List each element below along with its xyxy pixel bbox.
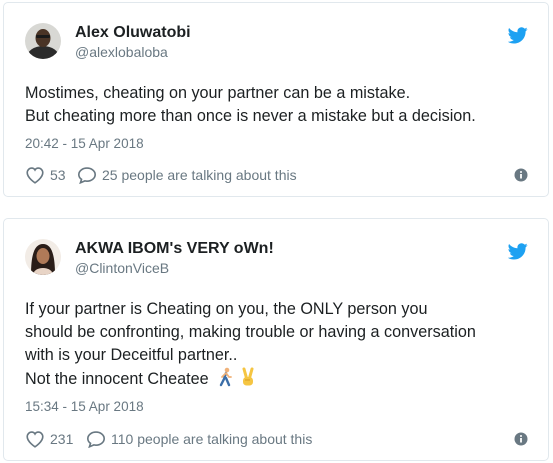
comment-icon xyxy=(86,431,106,448)
tweet-text-line: But cheating more than once is never a m… xyxy=(25,107,476,125)
tweet-actions: 53 25 people are talking about this xyxy=(25,165,528,185)
twitter-bird-icon[interactable] xyxy=(508,243,528,260)
comment-button[interactable]: 110 people are talking about this xyxy=(86,429,312,449)
tweet-text-segment: Not the innocent Cheatee xyxy=(25,370,209,388)
display-name[interactable]: Alex Oluwatobi xyxy=(75,23,191,43)
comment-button[interactable]: 25 people are talking about this xyxy=(77,165,297,185)
user-handle[interactable]: @ClintonViceB xyxy=(75,259,274,277)
tweet-text-line: should be confronting, making trouble or… xyxy=(25,323,476,341)
user-handle[interactable]: @alexlobaloba xyxy=(75,43,191,61)
timestamp[interactable]: 20:42 - 15 Apr 2018 xyxy=(25,136,144,151)
heart-icon xyxy=(26,167,44,184)
tweet-text-line: Not the innocent Cheatee xyxy=(25,367,536,391)
heart-icon xyxy=(26,431,44,448)
like-button[interactable]: 231 xyxy=(25,429,73,449)
author-info[interactable]: AKWA IBOM's VERY oWn! @ClintonViceB xyxy=(75,239,274,277)
victory-hand-emoji xyxy=(242,367,254,386)
like-button[interactable]: 53 xyxy=(25,165,66,185)
tweet-text: If your partner is Cheating on you, the … xyxy=(25,298,536,391)
author-info[interactable]: Alex Oluwatobi @alexlobaloba xyxy=(75,23,191,61)
twitter-bird-icon[interactable] xyxy=(508,27,528,44)
avatar[interactable] xyxy=(25,23,61,59)
info-icon[interactable] xyxy=(514,432,528,446)
display-name[interactable]: AKWA IBOM's VERY oWn! xyxy=(75,239,274,259)
info-icon[interactable] xyxy=(514,168,528,182)
tweet-text-line: If your partner is Cheating on you, the … xyxy=(25,300,428,318)
tweet-card: AKWA IBOM's VERY oWn! @ClintonViceB If y… xyxy=(3,218,549,461)
tweet-text: Mostimes, cheating on your partner can b… xyxy=(25,82,536,128)
like-count: 53 xyxy=(50,167,66,183)
tweet-header: Alex Oluwatobi @alexlobaloba xyxy=(25,23,528,67)
talking-count: 25 people are talking about this xyxy=(102,167,297,183)
tweet-card: Alex Oluwatobi @alexlobaloba Mostimes, c… xyxy=(3,2,549,197)
avatar[interactable] xyxy=(25,239,61,275)
talking-count: 110 people are talking about this xyxy=(111,431,313,447)
tweet-header: AKWA IBOM's VERY oWn! @ClintonViceB xyxy=(25,239,528,283)
tweet-text-line: with is your Deceitful partner.. xyxy=(25,346,238,364)
timestamp[interactable]: 15:34 - 15 Apr 2018 xyxy=(25,399,144,414)
tweet-actions: 231 110 people are talking about this xyxy=(25,429,528,449)
like-count: 231 xyxy=(50,431,74,447)
tweet-text-line: Mostimes, cheating on your partner can b… xyxy=(25,84,411,102)
comment-icon xyxy=(77,167,97,184)
walking-person-emoji xyxy=(219,367,232,387)
